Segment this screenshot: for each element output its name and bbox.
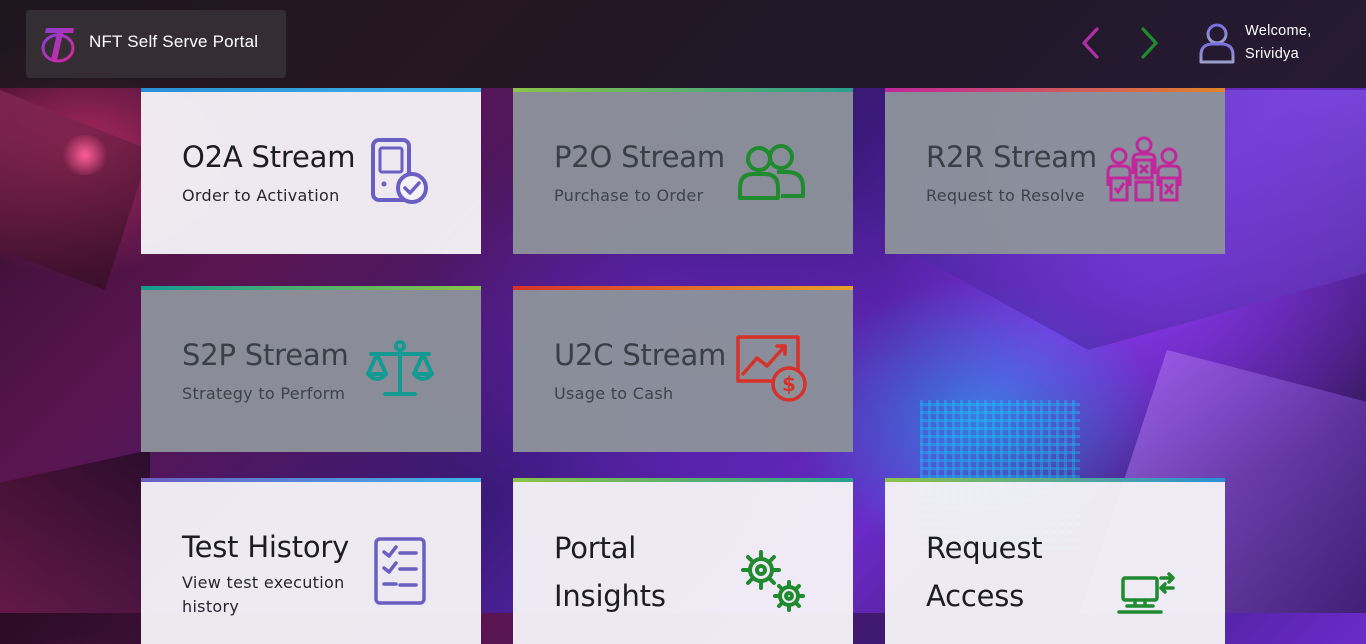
chart-dollar-icon: $: [736, 335, 807, 402]
chevron-left-icon[interactable]: [1080, 26, 1102, 60]
gears-icon: [741, 550, 805, 612]
card-accent-bar: [141, 88, 481, 92]
card-title: S2P Stream: [182, 338, 349, 372]
chevron-right-icon[interactable]: [1138, 26, 1160, 60]
card-subtitle: View test execution history: [182, 573, 345, 616]
card-title: R2R Stream: [926, 140, 1097, 174]
card-title: U2C Stream: [554, 338, 727, 372]
app-title: NFT Self Serve Portal: [89, 32, 259, 51]
balance-scale-icon: [366, 340, 434, 396]
card-test-history[interactable]: Test History View test execution history: [141, 478, 481, 644]
card-accent-bar: [885, 88, 1225, 92]
telstra-logo-icon: [41, 28, 75, 63]
card-u2c-stream[interactable]: U2C Stream Usage to Cash $: [513, 286, 853, 452]
card-title: O2A Stream: [182, 140, 356, 174]
device-check-icon: [371, 138, 428, 204]
card-subtitle: Order to Activation: [182, 186, 340, 205]
card-accent-bar: [513, 286, 853, 290]
card-accent-bar: [513, 88, 853, 92]
team-review-icon: [1106, 136, 1182, 202]
card-accent-bar: [885, 478, 1225, 482]
card-title: P2O Stream: [554, 140, 725, 174]
background-shard: [0, 90, 150, 290]
card-subtitle: Usage to Cash: [554, 384, 674, 403]
user-name: Srividya: [1245, 46, 1299, 62]
top-bar: NFT Self Serve Portal Welcome, Srividya: [0, 0, 1366, 88]
card-request-access[interactable]: Request Access: [885, 478, 1225, 644]
card-subtitle: Purchase to Order: [554, 186, 704, 205]
welcome-greeting: Welcome,: [1245, 23, 1312, 39]
background-shard: [0, 450, 150, 613]
group-users-icon: [738, 144, 805, 200]
card-title: Test History: [182, 530, 350, 564]
checklist-icon: [374, 537, 426, 605]
card-subtitle: Strategy to Perform: [182, 384, 346, 403]
svg-text:$: $: [782, 372, 796, 396]
user-icon[interactable]: [1198, 22, 1236, 64]
home-link[interactable]: NFT Self Serve Portal: [26, 10, 286, 78]
card-title: Portal Insights: [554, 531, 666, 613]
card-title: Request Access: [926, 531, 1043, 613]
card-p2o-stream[interactable]: P2O Stream Purchase to Order: [513, 88, 853, 254]
card-accent-bar: [513, 478, 853, 482]
welcome-text: Welcome, Srividya: [1245, 20, 1312, 66]
card-portal-insights[interactable]: Portal Insights: [513, 478, 853, 644]
background-stage-light: [60, 135, 110, 175]
card-subtitle: Request to Resolve: [926, 186, 1085, 205]
card-r2r-stream[interactable]: R2R Stream Request to Resolve: [885, 88, 1225, 254]
card-accent-bar: [141, 478, 481, 482]
card-accent-bar: [141, 286, 481, 290]
card-s2p-stream[interactable]: S2P Stream Strategy to Perform: [141, 286, 481, 452]
card-o2a-stream[interactable]: O2A Stream Order to Activation: [141, 88, 481, 254]
